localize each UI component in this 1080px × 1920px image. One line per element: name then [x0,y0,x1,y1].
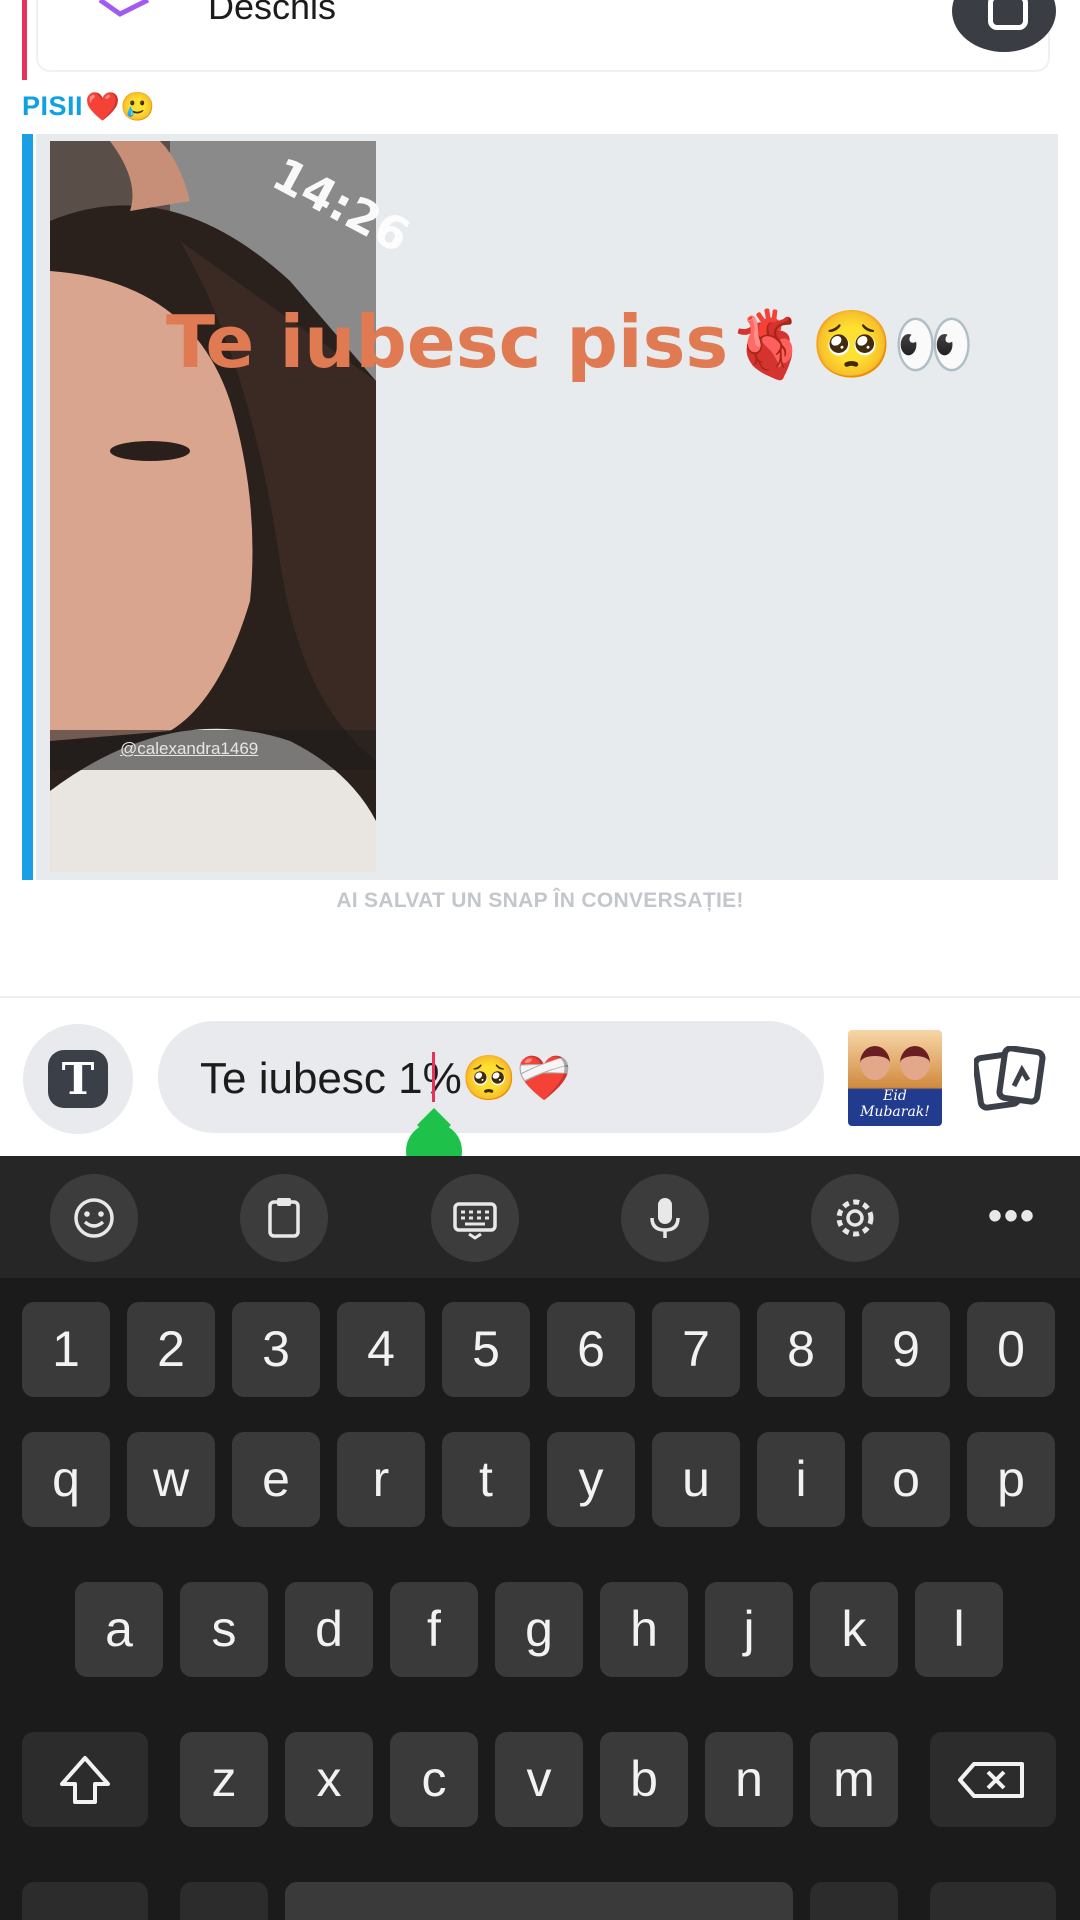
key-d[interactable]: d [285,1582,373,1677]
key-i[interactable]: i [757,1432,845,1527]
symbols-key[interactable] [22,1882,148,1920]
key-b[interactable]: b [600,1732,688,1827]
key-e[interactable]: e [232,1432,320,1527]
saved-snap-notice: AI SALVAT UN SNAP ÎN CONVERSAȚIE! [336,889,744,912]
key-o[interactable]: o [862,1432,950,1527]
previous-message-body [36,0,1050,72]
key-7[interactable]: 7 [652,1302,740,1397]
snap-handle: @calexandra1469 [120,739,259,758]
memories-cards-icon[interactable] [974,1046,1046,1112]
text-t-icon: T [48,1050,108,1108]
key-p[interactable]: p [967,1432,1055,1527]
message-accent-bar [22,0,27,80]
key-h[interactable]: h [600,1582,688,1677]
snap-caption: Te iubesc piss🫀🥺👀 [166,300,975,384]
clipboard-icon[interactable] [240,1174,328,1262]
key-g[interactable]: g [495,1582,583,1677]
space-key[interactable] [285,1882,793,1920]
emoji-icon[interactable] [50,1174,138,1262]
key-f[interactable]: f [390,1582,478,1677]
sender-name-text: PISII [22,91,84,121]
text-tool-button[interactable]: T [23,1024,133,1134]
key-n[interactable]: n [705,1732,793,1827]
period-key[interactable] [810,1882,898,1920]
keyboard-toolbar: ••• [0,1156,1080,1278]
message-emoji: 🥺❤️‍🩹 [461,1054,572,1103]
backspace-icon [958,1762,1024,1798]
key-2[interactable]: 2 [127,1302,215,1397]
key-m[interactable]: m [810,1732,898,1827]
bitmoji-sticker-button[interactable]: Eid Mubarak! [848,1030,942,1126]
sender-name: PISII ❤️🥲 [22,90,156,123]
key-j[interactable]: j [705,1582,793,1677]
shift-key[interactable] [22,1732,148,1827]
key-a[interactable]: a [75,1582,163,1677]
key-k[interactable]: k [810,1582,898,1677]
key-0[interactable]: 0 [967,1302,1055,1397]
key-u[interactable]: u [652,1432,740,1527]
key-3[interactable]: 3 [232,1302,320,1397]
key-r[interactable]: r [337,1432,425,1527]
more-icon[interactable]: ••• [988,1194,1036,1239]
microphone-icon[interactable] [621,1174,709,1262]
sender-emoji: ❤️🥲 [85,91,156,122]
message-accent-bar [22,134,33,880]
key-q[interactable]: q [22,1432,110,1527]
key-t[interactable]: t [442,1432,530,1527]
sticker-label: Eid Mubarak! [860,1088,930,1120]
key-w[interactable]: w [127,1432,215,1527]
key-l[interactable]: l [915,1582,1003,1677]
key-v[interactable]: v [495,1732,583,1827]
sent-arrow-icon [98,0,150,17]
key-4[interactable]: 4 [337,1302,425,1397]
key-9[interactable]: 9 [862,1302,950,1397]
key-5[interactable]: 5 [442,1302,530,1397]
bitmoji-face-left [860,1046,890,1080]
snap-caption-text: Te iubesc piss [166,300,729,384]
enter-key[interactable] [930,1882,1056,1920]
key-z[interactable]: z [180,1732,268,1827]
keyboard: ••• 1 2 3 4 5 6 7 8 9 0 q w e r t y u i … [0,1156,1080,1920]
keyboard-icon[interactable] [431,1174,519,1262]
comma-key[interactable] [180,1882,268,1920]
previous-message-card[interactable]: Deschis [22,0,1056,80]
text-cursor [432,1052,435,1102]
bitmoji-face-right [900,1046,930,1080]
backspace-key[interactable] [930,1732,1056,1827]
message-text: Te iubesc 1% [200,1054,462,1103]
message-status-label: Deschis [208,0,337,27]
key-1[interactable]: 1 [22,1302,110,1397]
key-x[interactable]: x [285,1732,373,1827]
key-s[interactable]: s [180,1582,268,1677]
settings-icon[interactable] [811,1174,899,1262]
key-y[interactable]: y [547,1432,635,1527]
divider [0,996,1080,998]
key-6[interactable]: 6 [547,1302,635,1397]
snap-caption-emoji: 🫀🥺👀 [728,306,975,383]
key-8[interactable]: 8 [757,1302,845,1397]
key-c[interactable]: c [390,1732,478,1827]
shift-icon [60,1756,110,1804]
message-input-text: Te iubesc 1%🥺❤️‍🩹 [200,1052,571,1104]
